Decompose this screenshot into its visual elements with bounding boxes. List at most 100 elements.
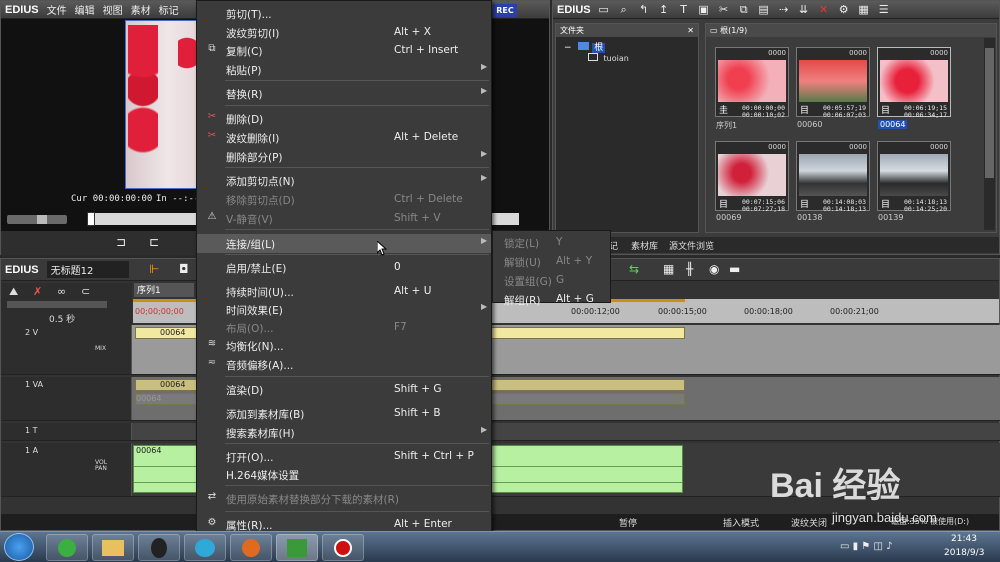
menu-item-shortcut: Shift + B: [394, 407, 441, 419]
pan-label: PAN: [95, 465, 107, 472]
loop-icon[interactable]: ⊂: [81, 285, 90, 298]
shuttle-handle[interactable]: [37, 215, 47, 224]
clock-date[interactable]: 2018/9/3: [944, 548, 984, 558]
position-marker[interactable]: [87, 212, 95, 226]
view-icon[interactable]: ▦: [857, 3, 871, 17]
track-name: 1 A: [25, 446, 39, 455]
record-icon[interactable]: ◉: [709, 262, 719, 276]
submenu-arrow-icon: ▶: [481, 425, 488, 434]
replace-clip-icon[interactable]: ⇆: [629, 262, 639, 276]
root-folder[interactable]: − 根: [564, 40, 606, 53]
menu-clip[interactable]: 素材: [131, 2, 151, 17]
clip-scrollbar[interactable]: [984, 38, 995, 230]
context-menu-item[interactable]: 添加剪切点(N) ▶: [197, 171, 491, 190]
context-menu-item[interactable]: ≂ 音频偏移(A)...: [197, 355, 491, 374]
menu-marker[interactable]: 标记: [159, 2, 179, 17]
context-menu-item[interactable]: ✂ 波纹删除(I) Alt + Delete: [197, 128, 491, 147]
track-header[interactable]: 1 T: [1, 423, 132, 440]
context-menu-item[interactable]: 渲染(D) Shift + G: [197, 380, 491, 399]
context-menu-item[interactable]: 添加到素材库(B) Shift + B: [197, 404, 491, 423]
start-button[interactable]: [4, 533, 34, 561]
open-icon[interactable]: ↥: [657, 3, 671, 17]
taskbar-firefox-icon[interactable]: [230, 534, 272, 561]
properties-icon[interactable]: ⚙: [837, 3, 851, 17]
context-menu-item[interactable]: 时间效果(E) ▶: [197, 300, 491, 319]
menu-edit[interactable]: 编辑: [75, 2, 95, 17]
camera-icon[interactable]: ◘: [179, 262, 189, 276]
context-menu-item[interactable]: 剪切(T)...: [197, 4, 491, 23]
submenu-item[interactable]: 解组(R) Alt + G: [493, 290, 610, 309]
clip-thumb-00064[interactable]: 0000 目 00:06:19;15 00:06:34;17: [877, 47, 951, 119]
shuttle-slider[interactable]: [7, 215, 67, 224]
taskbar-qq-icon[interactable]: [138, 534, 180, 561]
status-bar: 暂停 插入模式 波纹关闭 磁盘:35% 被使用(D:): [1, 514, 999, 530]
zoom-slider[interactable]: [7, 301, 107, 308]
track-header[interactable]: 1 VA: [1, 377, 132, 420]
context-menu-item[interactable]: 粘贴(P) ▶: [197, 60, 491, 79]
taskbar-360-icon[interactable]: [46, 534, 88, 561]
up-folder-icon[interactable]: ↰: [637, 3, 651, 17]
mark-out-icon[interactable]: ⊏: [149, 235, 159, 249]
clip-thumb-00069[interactable]: 0000 目 00:07:15;06 00:07:27;18: [715, 141, 789, 213]
context-menu-item[interactable]: ≋ 均衡化(N)...: [197, 336, 491, 355]
insert-icon[interactable]: ⇊: [797, 3, 811, 17]
context-menu-item[interactable]: H.264媒体设置: [197, 465, 491, 484]
clip-thumb-00139[interactable]: 0000 目 00:14:18;13 00:14:25;20: [877, 141, 951, 213]
delete-icon[interactable]: ✕: [817, 3, 831, 17]
close-icon[interactable]: ✕: [687, 24, 694, 37]
track-header[interactable]: 1 A VOL PAN: [1, 443, 132, 496]
rec-badge[interactable]: REC: [493, 4, 517, 17]
context-menu-item[interactable]: 打开(O)... Shift + Ctrl + P: [197, 447, 491, 466]
monitor-icon[interactable]: ▣: [697, 3, 711, 17]
cut-icon[interactable]: ✂: [717, 3, 731, 17]
clip-thumb-seq1[interactable]: 0000 圭 00:00:00;00 00:00:10;02: [715, 47, 789, 119]
clip-name-selected: 00064: [878, 120, 908, 129]
context-menu-item[interactable]: ⧉ 复制(C) Ctrl + Insert: [197, 41, 491, 60]
taskbar-record-icon[interactable]: [322, 534, 364, 561]
layout-icon[interactable]: ▬: [729, 262, 740, 276]
search-icon[interactable]: ⌕: [617, 3, 631, 17]
sequence-tab[interactable]: 序列1: [134, 283, 194, 297]
context-menu-item[interactable]: ✂ 删除(D): [197, 109, 491, 128]
sub-folder[interactable]: tuoian: [588, 53, 629, 63]
context-menu-item[interactable]: 连接/组(L) ▶: [197, 234, 491, 253]
mode-icon[interactable]: ⛰: [9, 285, 18, 299]
tab-source-browser[interactable]: 源文件浏览: [669, 239, 714, 252]
context-menu-item[interactable]: 搜索素材库(H) ▶: [197, 423, 491, 442]
sync-icon[interactable]: ⊩: [149, 262, 159, 276]
cut-mode-icon[interactable]: ✗: [33, 285, 42, 298]
replace-icon: ⇄: [207, 491, 217, 502]
list-view-icon[interactable]: ☰: [877, 3, 891, 17]
context-menu-item[interactable]: 替换(R) ▶: [197, 84, 491, 103]
taskbar-media-icon[interactable]: [184, 534, 226, 561]
track-header[interactable]: 2 V MIX: [1, 325, 132, 374]
menu-view[interactable]: 视图: [103, 2, 123, 17]
title-icon[interactable]: T: [677, 3, 691, 17]
clip-name: 00060: [797, 120, 823, 129]
copy-icon[interactable]: ⧉: [737, 3, 751, 17]
grid-icon[interactable]: ▦: [663, 262, 674, 276]
context-menu-item[interactable]: 持续时间(U)... Alt + U: [197, 282, 491, 301]
clip-thumb-00138[interactable]: 0000 目 00:14:08;03 00:14:18;13: [796, 141, 870, 213]
scroll-thumb[interactable]: [985, 48, 994, 178]
taskbar-edius-icon[interactable]: [276, 534, 318, 561]
link-icon[interactable]: ∞: [57, 285, 66, 298]
taskbar-explorer-icon[interactable]: [92, 534, 134, 561]
clip-thumb-00060[interactable]: 0000 目 00:05:57;19 00:06:07;03: [796, 47, 870, 119]
menu-file[interactable]: 文件: [47, 2, 67, 17]
context-menu-item[interactable]: 波纹剪切(I) Alt + X: [197, 23, 491, 42]
tab-bin[interactable]: 素材库: [631, 239, 658, 252]
paste-icon[interactable]: ▤: [757, 3, 771, 17]
context-menu-item[interactable]: 启用/禁止(E) 0: [197, 258, 491, 277]
bin-tabs: 记 素材库 源文件浏览: [553, 237, 999, 253]
context-menu-item: 布局(O)... F7: [197, 318, 491, 337]
clock-time[interactable]: 21:43: [951, 534, 977, 544]
menu-item-label: 使用原始素材替换部分下载的素材(R): [226, 494, 399, 506]
menu-item-label: 替换(R): [226, 89, 263, 101]
mixer-icon[interactable]: ╫: [686, 262, 693, 276]
add-to-timeline-icon[interactable]: ⇢: [777, 3, 791, 17]
collapse-icon[interactable]: −: [564, 43, 572, 53]
mark-in-icon[interactable]: ⊐: [116, 235, 126, 249]
context-menu-item[interactable]: 删除部分(P) ▶: [197, 147, 491, 166]
folder-icon[interactable]: ▭: [597, 3, 611, 17]
